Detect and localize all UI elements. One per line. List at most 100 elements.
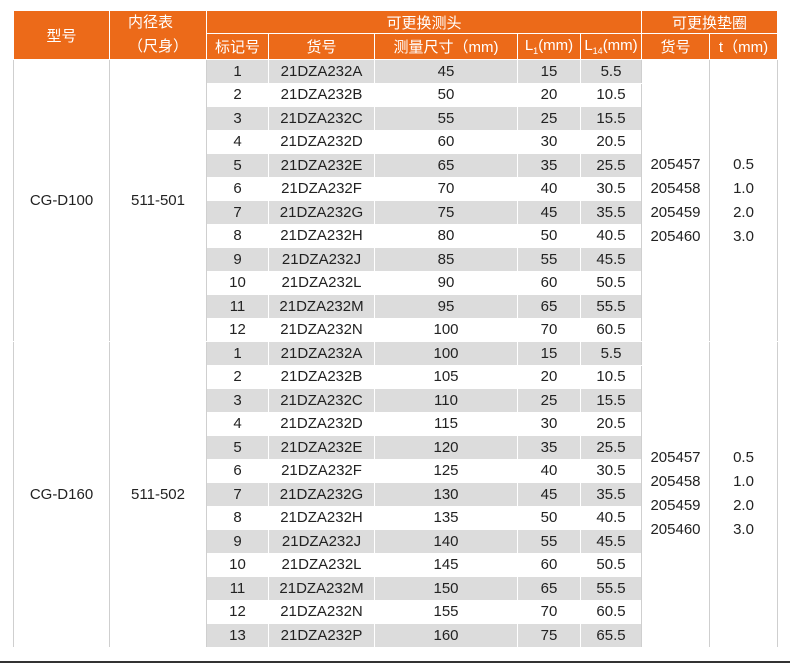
header-l14: L14(mm): [580, 33, 642, 60]
l1-cell: 15: [517, 341, 581, 366]
part-no-cell: 21DZA232L: [268, 552, 375, 577]
part-no-cell: 21DZA232B: [268, 82, 375, 107]
mark-cell: 1: [206, 59, 269, 84]
l14-cell: 40.5: [580, 223, 642, 248]
table-row: CG-D100 511-501 1 21DZA232A 45 15 5.5 205457 205…: [13, 59, 779, 342]
l1-cell: 35: [517, 153, 581, 178]
part-no-cell: 21DZA232C: [268, 388, 375, 413]
l14-cell: 50.5: [580, 270, 642, 295]
l1-cell: 60: [517, 270, 581, 295]
mark-cell: 12: [206, 317, 269, 342]
part-no-cell: 21DZA232L: [268, 270, 375, 295]
probe-spec-table: 型号 内径表 （尺身） 可更换测头 可更换垫圈 标记号 货号 测量尺寸（mm) L…: [13, 10, 779, 648]
washer-thickness: 3.0: [733, 227, 754, 245]
l14-cell: 55.5: [580, 576, 642, 601]
range-cell: 95: [374, 294, 518, 319]
l14-cell: 60.5: [580, 317, 642, 342]
washer-thickness: 1.0: [733, 179, 754, 197]
washer-t-cell: 0.5 1.0 2.0 3.0: [708, 59, 779, 342]
range-cell: 85: [374, 247, 518, 272]
l1-cell: 15: [517, 59, 581, 84]
mark-cell: 3: [206, 388, 269, 413]
header-washer-t: t（mm): [708, 33, 779, 60]
l14-cell: 60.5: [580, 599, 642, 624]
header-bore-gauge-title: 内径表: [127, 14, 173, 31]
l1-cell: 30: [517, 129, 581, 154]
part-no-cell: 21DZA232E: [268, 153, 375, 178]
l14-cell: 35.5: [580, 482, 642, 507]
mark-cell: 12: [206, 599, 269, 624]
washer-code: 205460: [650, 227, 701, 245]
part-no-cell: 21DZA232E: [268, 435, 375, 460]
range-cell: 80: [374, 223, 518, 248]
header-l14-prefix: L: [584, 37, 593, 54]
mark-cell: 8: [206, 505, 269, 530]
range-cell: 75: [374, 200, 518, 225]
header-l1-prefix: L: [524, 37, 534, 54]
range-cell: 60: [374, 129, 518, 154]
washer-code: 205460: [650, 521, 701, 539]
part-no-cell: 21DZA232P: [268, 623, 375, 648]
mark-cell: 9: [206, 247, 269, 272]
l14-cell: 25.5: [580, 435, 642, 460]
part-no-cell: 21DZA232B: [268, 364, 375, 389]
mark-cell: 9: [206, 529, 269, 554]
l1-cell: 20: [517, 364, 581, 389]
l1-cell: 40: [517, 458, 581, 483]
mark-cell: 10: [206, 270, 269, 295]
l1-cell: 45: [517, 200, 581, 225]
range-cell: 115: [374, 411, 518, 436]
mark-cell: 5: [206, 153, 269, 178]
range-cell: 105: [374, 364, 518, 389]
washer-code: 205458: [650, 473, 701, 491]
header-washer-part-no: 货号: [641, 33, 710, 60]
l1-cell: 65: [517, 294, 581, 319]
header-l14-suffix: (mm): [602, 37, 638, 54]
range-cell: 130: [374, 482, 518, 507]
mark-cell: 11: [206, 294, 269, 319]
mark-cell: 4: [206, 411, 269, 436]
washer-thickness: 0.5: [733, 449, 754, 467]
header-bore-gauge: 内径表 （尺身）: [109, 10, 207, 60]
washer-part-no-cell: 205457 205458 205459 205460: [641, 59, 710, 342]
l14-cell: 40.5: [580, 505, 642, 530]
l1-cell: 35: [517, 435, 581, 460]
l14-cell: 30.5: [580, 458, 642, 483]
l14-cell: 20.5: [580, 411, 642, 436]
l14-cell: 10.5: [580, 364, 642, 389]
header-l1-suffix: (mm): [538, 37, 574, 54]
washer-code: 205457: [650, 449, 701, 467]
table-body: CG-D100 511-501 1 21DZA232A 45 15 5.5 205457 205…: [13, 59, 779, 648]
l14-cell: 55.5: [580, 294, 642, 319]
header-part-no: 货号: [268, 33, 375, 60]
range-cell: 100: [374, 341, 518, 366]
mark-cell: 8: [206, 223, 269, 248]
part-no-cell: 21DZA232N: [268, 599, 375, 624]
part-no-cell: 21DZA232A: [268, 341, 375, 366]
washer-thickness: 2.0: [733, 497, 754, 515]
mark-cell: 6: [206, 176, 269, 201]
mark-cell: 6: [206, 458, 269, 483]
part-no-cell: 21DZA232A: [268, 59, 375, 84]
l14-cell: 45.5: [580, 529, 642, 554]
washer-code: 205459: [650, 203, 701, 221]
mark-cell: 4: [206, 129, 269, 154]
l1-cell: 65: [517, 576, 581, 601]
part-no-cell: 21DZA232H: [268, 505, 375, 530]
washer-thickness: 0.5: [733, 155, 754, 173]
part-no-cell: 21DZA232F: [268, 458, 375, 483]
table-header: 型号 内径表 （尺身） 可更换测头 可更换垫圈 标记号 货号 测量尺寸（mm) L…: [13, 10, 779, 60]
range-cell: 45: [374, 59, 518, 84]
header-l14-sub: 14: [592, 46, 603, 56]
range-cell: 65: [374, 153, 518, 178]
washer-code: 205457: [650, 155, 701, 173]
l1-cell: 20: [517, 82, 581, 107]
l1-cell: 50: [517, 505, 581, 530]
washer-t-cell: 0.5 1.0 2.0 3.0: [708, 341, 779, 648]
mark-cell: 1: [206, 341, 269, 366]
mark-cell: 3: [206, 106, 269, 131]
range-cell: 140: [374, 529, 518, 554]
bore-gauge-cell: 511-502: [109, 341, 207, 648]
part-no-cell: 21DZA232D: [268, 129, 375, 154]
washer-thickness: 3.0: [733, 521, 754, 539]
